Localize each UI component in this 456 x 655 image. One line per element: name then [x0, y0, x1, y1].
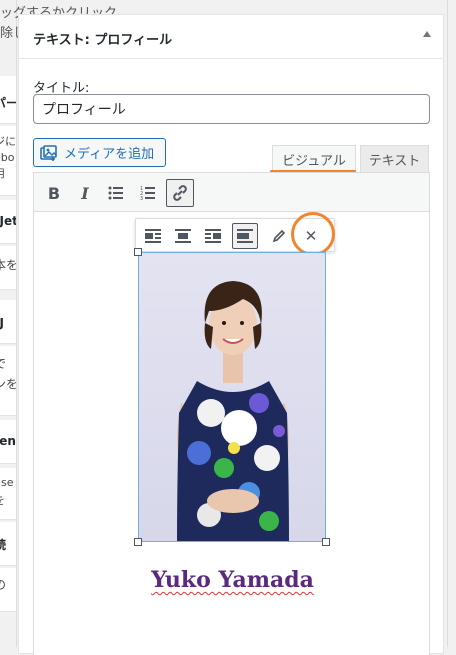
panel-desc: ジに ebo 用 — [0, 135, 16, 180]
align-center-icon[interactable] — [170, 223, 196, 249]
left-sidebar-column: パー ジに ebo 用 (Jet 本を (J で ンを fen nse を 読 … — [0, 0, 16, 647]
widget-type-label: テキスト — [33, 33, 85, 48]
remove-button-highlight — [291, 212, 335, 256]
widget-panel-3[interactable]: (Jet — [0, 200, 16, 244]
widget-title: テキスト: プロフィール — [33, 29, 172, 48]
widget-panel-8[interactable]: nse を — [0, 468, 16, 520]
italic-icon[interactable]: I — [71, 179, 99, 207]
widget-instance-name: プロフィール — [94, 33, 173, 48]
editor-toolbar: B I 1 2 3 — [33, 172, 430, 212]
edit-pencil-icon[interactable] — [266, 223, 292, 249]
bold-icon[interactable]: B — [40, 179, 68, 207]
widget-panel-9[interactable]: 読 — [0, 522, 16, 566]
column-divider — [16, 0, 17, 647]
panel-label: 読 — [0, 536, 6, 553]
panel-label: (J — [0, 316, 4, 330]
widget-panel-5[interactable]: (J — [0, 300, 16, 344]
profile-photo[interactable] — [138, 252, 326, 542]
tab-visual-label: ビジュアル — [282, 153, 346, 169]
tab-text-label: テキスト — [368, 153, 421, 169]
panel-desc: nse を — [0, 476, 14, 507]
panel-label: fen — [0, 434, 16, 448]
panel-desc: で ンを — [0, 354, 16, 394]
tab-text[interactable]: テキスト — [360, 145, 429, 172]
caption-name-text: Yuko Yamada — [151, 567, 314, 593]
right-scroll-edge — [447, 0, 456, 647]
panel-label: (Jet — [0, 214, 16, 228]
bold-glyph: B — [47, 183, 61, 203]
widget-panel-4[interactable]: 本を — [0, 246, 16, 290]
widget-header[interactable]: テキスト: プロフィール — [19, 15, 443, 59]
widget-panel-6[interactable]: で ンを — [0, 346, 16, 416]
resize-handle-bottom-left[interactable] — [134, 538, 142, 546]
align-left-icon[interactable] — [140, 223, 166, 249]
portrait-image — [139, 253, 325, 541]
resize-handle-bottom-right[interactable] — [322, 538, 330, 546]
widget-panel-1[interactable]: パー — [0, 76, 16, 124]
tab-visual[interactable]: ビジュアル — [272, 145, 356, 172]
resize-handle-top-left[interactable] — [134, 248, 142, 256]
widget-panel-7[interactable]: fen — [0, 420, 16, 464]
bullet-list-icon[interactable] — [102, 179, 130, 207]
panel-label: パー — [0, 94, 16, 111]
numbered-list-icon[interactable]: 1 2 3 — [134, 179, 162, 207]
widget-panel-10[interactable]: の — [0, 568, 16, 612]
panel-desc: の — [0, 576, 6, 593]
panel-desc: 本を — [0, 256, 16, 273]
add-media-label: メディアを追加 — [64, 147, 155, 162]
text-widget-panel: テキスト: プロフィール タイトル: メディアを追加 ビジュアル テキスト B … — [18, 14, 444, 655]
align-none-icon[interactable] — [232, 223, 258, 249]
add-media-icon — [40, 144, 57, 161]
title-input[interactable] — [33, 94, 430, 124]
editor-content-area[interactable]: ✕ Yuko Yamada — [33, 212, 430, 655]
link-icon[interactable] — [166, 179, 194, 207]
add-media-button[interactable]: メディアを追加 — [33, 138, 166, 167]
caption-name: Yuko Yamada — [34, 567, 431, 593]
italic-glyph: I — [81, 183, 89, 203]
widget-panel-2[interactable]: ジに ebo 用 — [0, 126, 16, 196]
align-right-icon[interactable] — [200, 223, 226, 249]
svg-text:3: 3 — [140, 196, 143, 200]
widget-title-separator: : — [84, 33, 95, 48]
arrow-up-icon[interactable] — [423, 31, 431, 37]
